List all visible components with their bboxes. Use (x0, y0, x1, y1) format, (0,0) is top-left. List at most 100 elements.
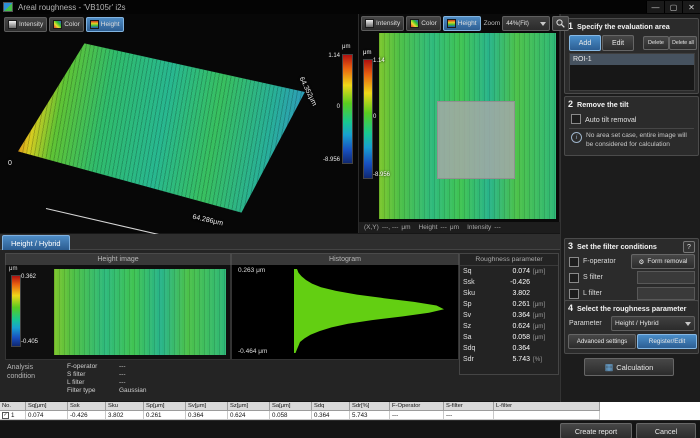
close-icon[interactable]: ✕ (682, 1, 700, 13)
register-edit-button[interactable]: Register/Edit (637, 334, 697, 349)
table-cell[interactable]: --- (444, 411, 494, 420)
table-cell[interactable]: 3.802 (106, 411, 144, 420)
color-button[interactable]: Color (49, 17, 84, 32)
table-cell[interactable]: 5.743 (350, 411, 390, 420)
s-filter-input[interactable] (637, 271, 695, 284)
scale-min: -8.956 (323, 157, 340, 163)
info-text: No area set case, entire image will (586, 132, 687, 141)
l-filter-input[interactable] (637, 287, 695, 300)
table-cell[interactable]: 0.261 (144, 411, 186, 420)
surface-3d-render[interactable] (18, 38, 320, 218)
edit-button[interactable]: Edit (602, 35, 634, 51)
histogram-pane: 0.263 μm -0.464 μm (231, 265, 459, 360)
scale-unit: μm (342, 44, 350, 50)
tab-height-hybrid[interactable]: Height / Hybrid (2, 235, 70, 250)
color-scale-3d: μm 1.14 0 -8.956 (312, 44, 356, 174)
section-header: 3 Set the filter conditions (568, 241, 657, 251)
table-header-cell[interactable]: Sdq (312, 402, 350, 411)
table-cell[interactable]: 0.058 (270, 411, 312, 420)
table-cell[interactable]: 0.364 (312, 411, 350, 420)
table-cell[interactable]: 0.624 (228, 411, 270, 420)
xy-unit: μm (401, 224, 410, 231)
calculation-button[interactable]: ▦ Calculation (584, 358, 674, 376)
height-icon (447, 19, 456, 28)
table-cell[interactable]: 0.364 (186, 411, 228, 420)
intensity-button[interactable]: Intensity (4, 17, 47, 32)
table-cell[interactable]: ✓1 (0, 411, 26, 420)
minimize-icon[interactable]: — (646, 1, 664, 13)
height-button[interactable]: Height (86, 17, 124, 32)
info-text: be considered for calculation (586, 141, 687, 150)
intensity-icon (365, 19, 374, 28)
form-removal-label: Form removal (647, 258, 687, 265)
analysis-condition-row: F-operator--- (67, 363, 189, 371)
help-icon[interactable]: ? (683, 241, 695, 253)
analysis-condition-label: Analysis (7, 364, 33, 371)
magnifier-icon (556, 19, 565, 28)
roughness-param-row: Sv0.364[μm] (460, 310, 558, 321)
table-header-cell[interactable]: Sv[μm] (186, 402, 228, 411)
l-filter-checkbox[interactable] (569, 289, 579, 299)
table-header-cell[interactable]: S-filter (444, 402, 494, 411)
row-checkbox[interactable]: ✓ (2, 412, 9, 419)
intensity-value: --- (494, 224, 501, 231)
height-map-image[interactable] (379, 33, 556, 219)
zoom-select[interactable]: 44%(Fit) (502, 16, 550, 31)
table-header-cell[interactable]: Sz[μm] (228, 402, 270, 411)
table-cell[interactable]: --- (390, 411, 444, 420)
table-header-cell[interactable]: L-filter (494, 402, 600, 411)
magnifier-button[interactable] (552, 16, 569, 31)
cancel-button[interactable]: Cancel (636, 423, 696, 438)
scale-min: -0.405 (21, 339, 38, 345)
table-header-cell[interactable]: Sp[μm] (144, 402, 186, 411)
s-filter-row: S filter (569, 271, 695, 284)
roughness-parameter-title: Roughness parameter (460, 254, 558, 266)
roi-selection-box[interactable] (437, 101, 515, 179)
view-2d[interactable]: Intensity Color Height Zoom 44%(Fit) μm … (359, 14, 560, 222)
l-filter-row: L filter (569, 287, 695, 300)
table-header-cell[interactable]: Sdr[%] (350, 402, 390, 411)
table-header-cell[interactable]: Sa[μm] (270, 402, 312, 411)
section-header: 1 Specify the evaluation area (568, 21, 670, 31)
height-button[interactable]: Height (443, 16, 481, 31)
roi-list-item[interactable]: ROI-1 (570, 54, 694, 65)
table-header-cell[interactable]: Sku (106, 402, 144, 411)
table-cell[interactable]: -0.426 (68, 411, 106, 420)
table-row[interactable]: ✓10.074-0.4263.8020.2610.3640.6240.0580.… (0, 411, 700, 420)
auto-tilt-checkbox[interactable] (571, 114, 581, 124)
table-header-cell[interactable]: Sq[μm] (26, 402, 68, 411)
form-removal-button[interactable]: ⚙ Form removal (631, 254, 695, 269)
delete-button[interactable]: Delete (643, 36, 669, 50)
f-operator-checkbox[interactable] (569, 257, 579, 267)
parameter-select[interactable]: Height / Hybrid (611, 316, 695, 331)
parameter-label: Parameter (569, 320, 602, 327)
color-button[interactable]: Color (406, 16, 441, 31)
maximize-icon[interactable]: ▢ (664, 1, 682, 13)
analysis-panel: Height / Hybrid Height image μm 0.362 -0… (0, 234, 560, 401)
gear-icon: ⚙ (639, 258, 645, 266)
view-3d[interactable]: Intensity Color Height 64.352μm 64.286μm… (0, 14, 359, 233)
origin-label: 0 (8, 160, 12, 167)
table-cell[interactable]: 0.074 (26, 411, 68, 420)
zoom-label: Zoom (484, 20, 501, 27)
height-value: --- (440, 224, 447, 231)
height-label: Height (419, 224, 438, 231)
advanced-settings-button[interactable]: Advanced settings (568, 334, 636, 349)
f-operator-row: F-operator ⚙ Form removal (569, 255, 695, 268)
analysis-condition-row: Filter typeGaussian (67, 387, 189, 395)
table-header-cell[interactable]: Ssk (68, 402, 106, 411)
add-button[interactable]: Add (569, 35, 601, 51)
table-cell[interactable] (494, 411, 600, 420)
s-filter-checkbox[interactable] (569, 273, 579, 283)
xy-label: (X,Y) (364, 224, 379, 231)
scale-unit: μm (363, 50, 371, 56)
divider (569, 128, 694, 129)
intensity-button[interactable]: Intensity (361, 16, 404, 31)
table-header-cell[interactable]: No. (0, 402, 26, 411)
table-header-cell[interactable]: F-Operator (390, 402, 444, 411)
delete-all-button[interactable]: Delete all (669, 36, 697, 50)
height-image-thumbnail[interactable] (54, 269, 226, 355)
section-title: Specify the evaluation area (577, 22, 670, 31)
create-report-button[interactable]: Create report (560, 423, 632, 438)
chevron-down-icon (540, 22, 546, 26)
